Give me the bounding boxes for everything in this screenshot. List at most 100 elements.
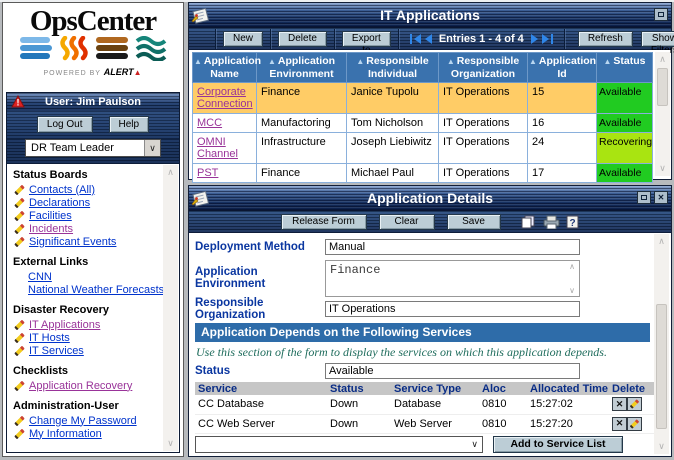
column-header-application-environment[interactable]: ▲Application Environment	[257, 53, 347, 83]
apps-toolbar: New Delete Export to Excel Entries 1 - 4…	[189, 28, 671, 50]
scrollbar-thumb[interactable]	[657, 68, 668, 106]
export-to-excel-button[interactable]: Export to Excel	[342, 31, 391, 47]
textarea-scrollbar[interactable]: ∧ ∨	[566, 262, 578, 295]
weather-forecasts-link[interactable]: National Weather Forecasts	[28, 284, 164, 296]
pencil-icon	[14, 428, 25, 439]
deployment-method-input[interactable]	[325, 239, 580, 255]
logo-area: OpsCenter POWERED BY ALERT▲	[3, 3, 183, 87]
close-button[interactable]: ✕	[654, 191, 668, 204]
edit-service-button[interactable]	[627, 397, 642, 411]
section-heading-checklists: Checklists	[13, 365, 159, 377]
svc-status: Down	[327, 395, 391, 414]
scroll-down-icon[interactable]: ∨	[569, 286, 575, 295]
release-form-button[interactable]: Release Form	[281, 214, 367, 230]
print-icon[interactable]	[543, 215, 560, 229]
delete-service-button[interactable]: ✕	[612, 397, 627, 411]
application-link[interactable]: OMNI Channel	[197, 136, 238, 160]
application-recovery-link[interactable]: Application Recovery	[29, 380, 132, 392]
field-label: Application Environment	[195, 266, 325, 290]
my-information-link[interactable]: My Information	[29, 428, 102, 440]
select-dropdown-arrow-icon[interactable]: ∨	[144, 140, 160, 156]
scroll-down-icon[interactable]: ∨	[659, 163, 666, 174]
logout-button[interactable]: Log Out	[37, 116, 93, 133]
role-select[interactable]: DR Team Leader ∨	[25, 139, 161, 157]
sidebar-item-change-password: Change My Password	[13, 414, 159, 427]
application-link[interactable]: MCC	[197, 117, 222, 129]
scroll-up-icon[interactable]: ∧	[569, 262, 575, 271]
refresh-button[interactable]: Refresh	[578, 31, 633, 47]
service-select[interactable]: ∨	[195, 436, 483, 453]
application-environment-textarea[interactable]: Finance	[325, 260, 580, 297]
scroll-up-icon[interactable]: ∧	[658, 236, 665, 247]
column-header-responsible-individual[interactable]: ▲Responsible Individual	[347, 53, 439, 83]
first-page-icon[interactable]	[414, 34, 421, 44]
contacts-link[interactable]: Contacts (All)	[29, 184, 95, 196]
cell-id: 15	[528, 83, 597, 114]
first-page-icon[interactable]	[410, 34, 412, 44]
apps-panel-titlebar: IT Applications	[189, 3, 671, 28]
scroll-down-icon[interactable]: ∨	[167, 438, 174, 449]
sidebar-scrollbar[interactable]: ∧ ∨	[163, 165, 178, 451]
column-header-responsible-organization[interactable]: ▲Responsible Organization	[439, 53, 528, 83]
sidebar-item-cnn: CNN	[13, 270, 159, 283]
svc-status: Down	[327, 414, 391, 433]
apps-scrollbar[interactable]: ∧ ∨	[655, 52, 670, 176]
table-row: OMNI Channel Infrastructure Joseph Liebi…	[193, 133, 653, 164]
application-link[interactable]: PST	[197, 167, 218, 179]
save-button[interactable]: Save	[447, 214, 501, 230]
edit-service-button[interactable]	[627, 417, 642, 431]
delete-button[interactable]: Delete	[278, 31, 327, 47]
change-password-link[interactable]: Change My Password	[29, 415, 137, 427]
scroll-down-icon[interactable]: ∨	[658, 441, 665, 452]
cell-organization: IT Operations	[439, 83, 528, 114]
significant-events-link[interactable]: Significant Events	[29, 236, 116, 248]
scroll-up-icon[interactable]: ∧	[167, 167, 174, 178]
facilities-link[interactable]: Facilities	[29, 210, 72, 222]
toolbar-separator	[215, 29, 216, 49]
it-services-link[interactable]: IT Services	[29, 345, 84, 357]
column-header-application-name[interactable]: ▲Application Name	[193, 53, 257, 83]
sort-asc-icon: ▲	[529, 57, 537, 66]
application-environment-row: Application Environment Finance ∧ ∨	[195, 259, 650, 297]
previous-page-icon[interactable]	[425, 34, 432, 44]
copy-icon[interactable]	[521, 215, 537, 229]
status-input[interactable]	[325, 363, 580, 379]
scrollbar-thumb[interactable]	[656, 304, 667, 429]
sort-asc-icon: ▲	[194, 57, 202, 66]
cell-id: 16	[528, 114, 597, 133]
scroll-up-icon[interactable]: ∧	[659, 54, 666, 65]
application-link[interactable]: Corporate Connection	[197, 86, 253, 110]
next-page-icon[interactable]	[531, 34, 538, 44]
pencil-icon	[630, 419, 640, 429]
sidebar-item-weather: National Weather Forecasts	[13, 283, 159, 296]
show-filters-button[interactable]: Show Filters	[641, 31, 674, 47]
pencil-icon	[14, 236, 25, 247]
column-header-status[interactable]: ▲Status	[597, 53, 653, 83]
it-applications-link[interactable]: IT Applications	[29, 319, 100, 331]
column-header-application-id[interactable]: ▲Application Id	[528, 53, 597, 83]
help-button[interactable]: Help	[109, 116, 150, 133]
add-to-service-list-button[interactable]: Add to Service List	[493, 436, 623, 453]
delete-service-button[interactable]: ✕	[612, 417, 627, 431]
cnn-link[interactable]: CNN	[28, 271, 52, 283]
section-header-depends-services: Application Depends on the Following Ser…	[195, 323, 650, 342]
svc-time: 15:27:02	[527, 395, 609, 414]
maximize-button[interactable]	[654, 8, 668, 21]
help-icon[interactable]: ?	[566, 215, 580, 229]
svc-type: Web Server	[391, 414, 479, 433]
clear-button[interactable]: Clear	[379, 214, 435, 230]
last-page-icon[interactable]	[542, 34, 549, 44]
cell-environment: Manufactoring	[257, 114, 347, 133]
select-dropdown-arrow-icon[interactable]: ∨	[471, 439, 478, 450]
pencil-icon	[14, 197, 25, 208]
maximize-button[interactable]	[637, 191, 651, 204]
declarations-link[interactable]: Declarations	[29, 197, 90, 209]
incidents-link[interactable]: Incidents	[29, 223, 73, 235]
new-button[interactable]: New	[223, 31, 263, 47]
details-scrollbar[interactable]: ∧ ∨	[654, 234, 669, 454]
it-hosts-link[interactable]: IT Hosts	[29, 332, 70, 344]
cell-individual: Tom Nicholson	[347, 114, 439, 133]
last-page-icon[interactable]	[551, 34, 553, 44]
responsible-organization-input[interactable]	[325, 301, 580, 317]
user-name-title: User: Jim Paulson	[45, 96, 141, 108]
